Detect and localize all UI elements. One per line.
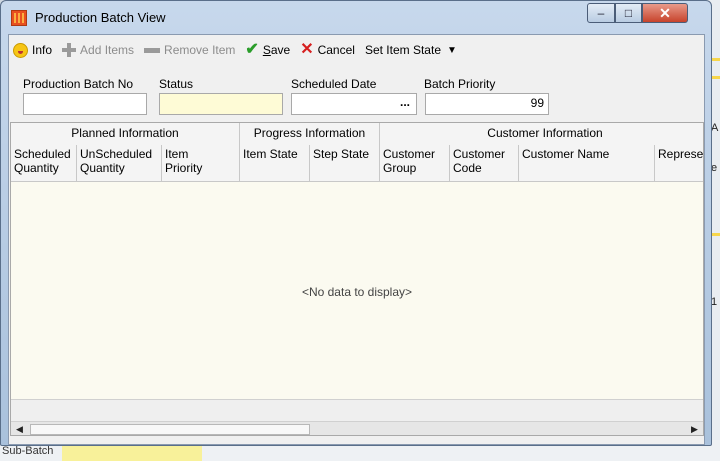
save-label: ave	[270, 43, 291, 57]
maximize-button[interactable]: □	[615, 3, 642, 23]
column-header[interactable]: Customer Code	[450, 145, 519, 181]
minimize-button[interactable]: –	[587, 3, 615, 23]
column-header[interactable]: Customer Name	[519, 145, 655, 181]
band-customer-information[interactable]: Customer Information	[380, 123, 703, 145]
info-label: Info	[32, 43, 53, 57]
add-items-label: Add Items	[80, 43, 135, 57]
no-data-message: <No data to display>	[301, 285, 413, 299]
grid-band-header: Planned Information Progress Information…	[11, 123, 703, 146]
plus-icon	[62, 43, 77, 57]
info-button[interactable]: Info	[13, 39, 52, 61]
smiley-info-icon	[13, 42, 28, 58]
background-label: Sub-Batch	[2, 445, 54, 457]
window-title: Production Batch View	[35, 10, 166, 25]
toolbar: Info Add Items Remove Item ✔ Save ✕ Canc…	[9, 35, 704, 65]
minus-icon	[144, 47, 161, 53]
dropdown-caret-icon: ▼	[447, 44, 457, 56]
window-controls: – □ ✕	[587, 3, 688, 25]
background-yellow-field	[62, 444, 202, 461]
cancel-label: Cancel	[317, 43, 355, 57]
title-bar[interactable]: Production Batch View – □ ✕	[1, 1, 711, 35]
column-header[interactable]: Item State	[240, 145, 310, 181]
background-text-fragment: A	[711, 122, 719, 134]
grid-footer	[11, 399, 703, 422]
checkmark-icon: ✔	[245, 41, 259, 58]
column-header[interactable]: Represe	[655, 145, 703, 181]
x-icon: ✕	[300, 41, 314, 58]
save-button[interactable]: ✔ Save	[245, 39, 290, 61]
batch-priority-label: Batch Priority	[424, 77, 496, 91]
set-item-state-label: Set Item State	[364, 43, 441, 57]
status-field[interactable]	[159, 93, 283, 115]
cancel-button[interactable]: ✕ Cancel	[300, 39, 355, 61]
remove-item-button[interactable]: Remove Item	[144, 39, 235, 61]
production-batch-window: Production Batch View – □ ✕ Info Add Ite…	[0, 0, 712, 446]
window-client-area: Info Add Items Remove Item ✔ Save ✕ Canc…	[8, 34, 705, 445]
set-item-state-dropdown[interactable]: Set Item State ▼	[365, 39, 457, 61]
column-header[interactable]: Item Priority	[162, 145, 240, 181]
add-items-button[interactable]: Add Items	[62, 39, 134, 61]
batch-no-field[interactable]	[23, 93, 147, 115]
grid-column-header: Scheduled Quantity UnScheduled Quantity …	[11, 145, 703, 182]
column-header[interactable]: Scheduled Quantity	[11, 145, 77, 181]
scroll-left-icon[interactable]: ◀	[11, 422, 28, 435]
scheduled-date-label: Scheduled Date	[291, 77, 377, 91]
app-grid-icon	[11, 10, 27, 26]
band-planned-information[interactable]: Planned Information	[11, 123, 240, 145]
batch-priority-field[interactable]: 99	[425, 93, 549, 115]
column-header[interactable]: UnScheduled Quantity	[77, 145, 162, 181]
scheduled-date-field[interactable]: ...	[291, 93, 417, 115]
scroll-right-icon[interactable]: ▶	[686, 422, 703, 435]
column-header[interactable]: Step State	[310, 145, 380, 181]
status-label: Status	[159, 77, 194, 91]
scrollbar-thumb[interactable]	[30, 424, 310, 435]
band-progress-information[interactable]: Progress Information	[240, 123, 380, 145]
batch-items-grid[interactable]: Planned Information Progress Information…	[10, 122, 704, 436]
column-header[interactable]: Customer Group	[380, 145, 450, 181]
batch-no-label: Production Batch No	[23, 77, 134, 91]
remove-item-label: Remove Item	[164, 43, 236, 57]
close-button[interactable]: ✕	[642, 3, 688, 23]
date-picker-button[interactable]: ...	[395, 95, 415, 113]
horizontal-scrollbar[interactable]: ◀ ▶	[11, 421, 703, 435]
save-mnemonic: S	[262, 43, 271, 57]
